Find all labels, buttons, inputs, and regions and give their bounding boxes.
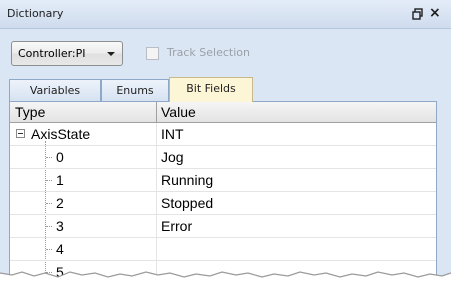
tree-branch-line <box>46 180 52 181</box>
tree-branch-line <box>46 249 52 250</box>
dictionary-panel: Dictionary × Controller:PI Track Selecti… <box>0 0 451 284</box>
row-divider <box>156 238 157 261</box>
bit-fields-grid: Type Value AxisState INT 0 Jog 1 Running… <box>9 101 437 284</box>
pin-icon[interactable] <box>412 8 424 20</box>
value-cell: Stopped <box>161 195 214 211</box>
panel-titlebar[interactable]: Dictionary × <box>0 0 451 29</box>
controller-dropdown[interactable]: Controller:PI <box>11 41 123 66</box>
row-divider <box>156 192 157 215</box>
table-row[interactable]: AxisState INT <box>10 123 436 146</box>
collapse-icon[interactable] <box>16 129 25 138</box>
column-header-value[interactable]: Value <box>161 104 196 120</box>
tab-enums[interactable]: Enums <box>101 79 169 101</box>
table-row[interactable]: 0 Jog <box>10 146 436 169</box>
close-icon[interactable]: × <box>429 6 441 20</box>
panel-title: Dictionary <box>7 7 64 20</box>
tab-variables[interactable]: Variables <box>9 79 101 101</box>
controller-dropdown-value: Controller:PI <box>18 47 86 60</box>
tree-branch-line <box>46 203 52 204</box>
tree-branch-line <box>46 157 52 158</box>
value-cell: Error <box>161 218 193 234</box>
type-cell: AxisState <box>31 126 91 142</box>
row-divider <box>156 215 157 238</box>
tab-bit-fields[interactable]: Bit Fields <box>169 77 253 102</box>
type-cell: 1 <box>56 172 64 188</box>
chevron-down-icon <box>107 52 115 56</box>
grid-header: Type Value <box>10 102 436 123</box>
torn-edge-overlay <box>0 271 451 284</box>
table-row[interactable]: 4 <box>10 238 436 261</box>
track-selection-label: Track Selection <box>167 46 250 59</box>
table-row[interactable]: 3 Error <box>10 215 436 238</box>
row-divider <box>156 169 157 192</box>
value-cell: Running <box>161 172 214 188</box>
row-divider <box>156 146 157 169</box>
table-row[interactable]: 2 Stopped <box>10 192 436 215</box>
row-divider <box>156 123 157 146</box>
track-selection-checkbox[interactable] <box>146 47 159 60</box>
table-row[interactable]: 1 Running <box>10 169 436 192</box>
value-cell: Jog <box>161 149 184 165</box>
type-cell: 3 <box>56 218 64 234</box>
type-cell: 4 <box>56 241 64 257</box>
column-divider[interactable] <box>156 102 157 123</box>
value-cell: INT <box>161 126 184 142</box>
type-cell: 2 <box>56 195 64 211</box>
tree-branch-line <box>46 226 52 227</box>
column-header-type[interactable]: Type <box>15 104 45 120</box>
type-cell: 0 <box>56 149 64 165</box>
